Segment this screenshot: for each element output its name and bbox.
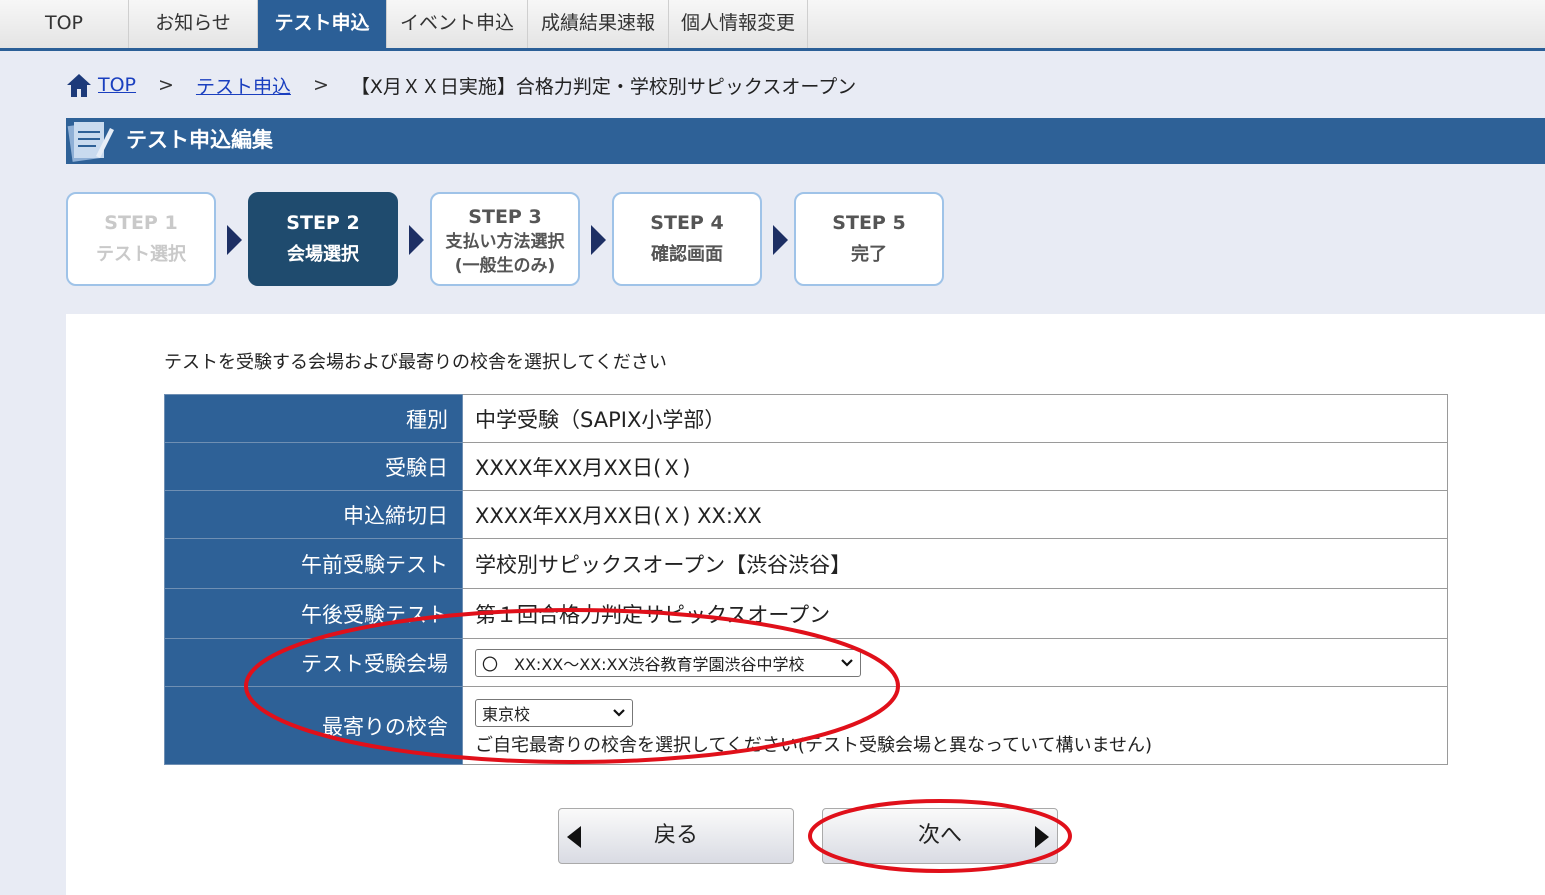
tab-news[interactable]: お知らせ (129, 0, 258, 48)
step-2: STEP 2 会場選択 (248, 192, 398, 286)
breadcrumb: TOP > テスト申込 > 【X月ＸＸ日実施】合格力判定・学校別サピックスオープ… (66, 70, 856, 100)
school-selected-value: 東京校 (482, 704, 531, 724)
row-label: 種別 (164, 394, 463, 443)
tab-results[interactable]: 成績結果速報 (528, 0, 669, 48)
table-row: 種別 中学受験（SAPIX小学部） (164, 394, 1448, 443)
table-row: 申込締切日 XXXX年XX月XX日(Ｘ) XX:XX (164, 490, 1448, 539)
breadcrumb-current: 【X月ＸＸ日実施】合格力判定・学校別サピックスオープン (350, 75, 857, 98)
table-row: 午前受験テスト 学校別サピックスオープン【渋谷渋谷】 (164, 538, 1448, 589)
breadcrumb-separator: > (312, 74, 329, 96)
step-label: 支払い方法選択 (一般生のみ) (445, 232, 565, 276)
step-arrow-icon (227, 225, 242, 255)
tab-event-application[interactable]: イベント申込 (387, 0, 528, 48)
row-value: 第１回合格力判定サピックスオープン (462, 588, 1448, 639)
step-label: テスト選択 (96, 244, 186, 265)
next-button[interactable]: 次へ (822, 808, 1058, 864)
tab-profile[interactable]: 個人情報変更 (669, 0, 808, 48)
step-label: 確認画面 (651, 244, 723, 265)
application-form-table: 種別 中学受験（SAPIX小学部） 受験日 XXXX年XX月XX日(Ｘ) 申込締… (164, 394, 1448, 765)
step-number: STEP 1 (104, 212, 178, 234)
content-panel: テストを受験する会場および最寄りの校舎を選択してください 種別 中学受験（SAP… (66, 314, 1545, 895)
step-number: STEP 5 (832, 212, 906, 234)
breadcrumb-test-link[interactable]: テスト申込 (196, 72, 291, 99)
table-row: テスト受験会場 〇 XX:XX～XX:XX渋谷教育学園渋谷中学校 (164, 638, 1448, 687)
table-row: 受験日 XXXX年XX月XX日(Ｘ) (164, 442, 1448, 491)
instruction-text: テストを受験する会場および最寄りの校舎を選択してください (164, 352, 667, 373)
page-title: テスト申込編集 (126, 128, 273, 152)
chevron-down-icon (841, 658, 853, 667)
tab-test-application[interactable]: テスト申込 (258, 0, 387, 48)
step-arrow-icon (409, 225, 424, 255)
table-row: 午後受験テスト 第１回合格力判定サピックスオープン (164, 588, 1448, 639)
venue-selected-value: 〇 XX:XX～XX:XX渋谷教育学園渋谷中学校 (482, 654, 805, 674)
step-1: STEP 1 テスト選択 (66, 192, 216, 286)
row-value: 学校別サピックスオープン【渋谷渋谷】 (462, 538, 1448, 589)
row-value: XXXX年XX月XX日(Ｘ) (462, 442, 1448, 491)
breadcrumb-separator: > (158, 74, 174, 96)
venue-label: テスト受験会場 (164, 638, 463, 687)
section-header: テスト申込編集 (66, 118, 1545, 164)
venue-cell: 〇 XX:XX～XX:XX渋谷教育学園渋谷中学校 (462, 638, 1448, 687)
row-label: 申込締切日 (164, 490, 463, 539)
row-label: 午後受験テスト (164, 588, 463, 639)
step-number: STEP 2 (286, 212, 360, 234)
school-cell: 東京校 ご自宅最寄りの校舎を選択してください(テスト受験会場と異なっていて構いま… (462, 686, 1448, 765)
tab-top[interactable]: TOP (0, 0, 129, 48)
row-value: XXXX年XX月XX日(Ｘ) XX:XX (462, 490, 1448, 539)
step-number: STEP 3 (468, 206, 542, 228)
school-select[interactable]: 東京校 (475, 698, 633, 727)
school-note: ご自宅最寄りの校舎を選択してください(テスト受験会場と異なっていて構いません) (475, 734, 1152, 756)
step-4: STEP 4 確認画面 (612, 192, 762, 286)
top-nav: TOP お知らせ テスト申込 イベント申込 成績結果速報 個人情報変更 (0, 0, 1545, 51)
step-3: STEP 3 支払い方法選択 (一般生のみ) (430, 192, 580, 286)
next-arrow-icon (1035, 826, 1049, 848)
back-button[interactable]: 戻る (558, 808, 794, 864)
next-button-label: 次へ (917, 823, 962, 848)
notepad-icon (67, 122, 114, 162)
step-label: 完了 (851, 244, 887, 265)
row-value: 中学受験（SAPIX小学部） (462, 394, 1448, 443)
table-row: 最寄りの校舎 東京校 ご自宅最寄りの校舎を選択してください(テスト受験会場と異な… (164, 686, 1448, 765)
back-button-label: 戻る (653, 823, 698, 848)
chevron-down-icon (613, 708, 625, 717)
step-label: 会場選択 (287, 244, 359, 265)
breadcrumb-top-link[interactable]: TOP (98, 74, 136, 96)
home-icon (67, 74, 91, 97)
school-label: 最寄りの校舎 (164, 686, 463, 765)
back-arrow-icon (567, 826, 581, 848)
step-arrow-icon (773, 225, 788, 255)
step-number: STEP 4 (650, 212, 724, 234)
step-arrow-icon (591, 225, 606, 255)
step-sublabel: (一般生のみ) (454, 256, 556, 276)
row-label: 受験日 (164, 442, 463, 491)
row-label: 午前受験テスト (164, 538, 463, 589)
step-5: STEP 5 完了 (794, 192, 944, 286)
venue-select[interactable]: 〇 XX:XX～XX:XX渋谷教育学園渋谷中学校 (475, 648, 861, 677)
